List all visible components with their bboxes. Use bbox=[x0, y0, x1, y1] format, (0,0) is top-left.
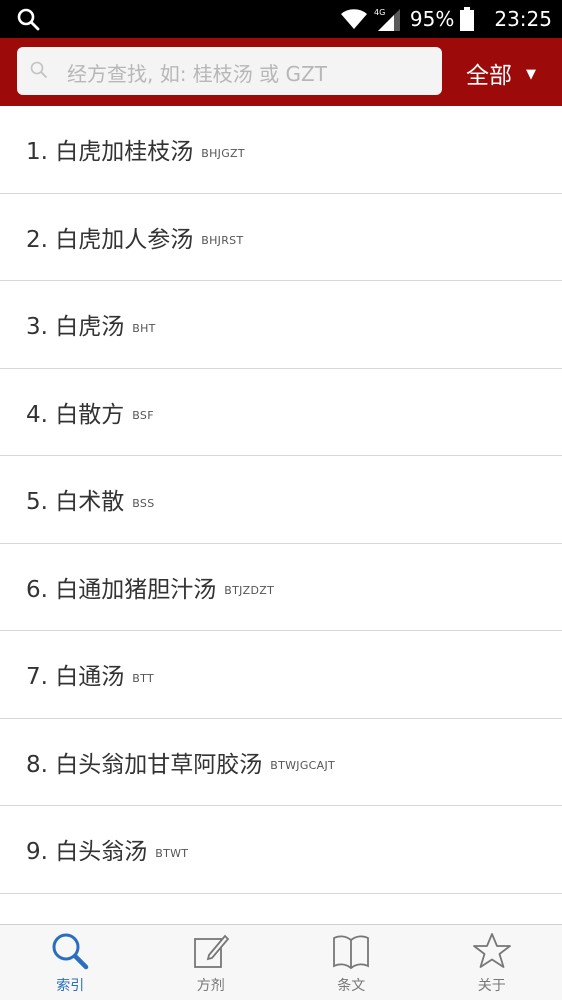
formula-abbreviation: BTWJGCAJT bbox=[270, 759, 336, 773]
star-icon bbox=[472, 933, 511, 968]
formula-name: 5. 白术散 bbox=[26, 489, 125, 516]
header-bar: 经方查找, 如: 桂枝汤 或 GZT 全部 ▼ bbox=[0, 38, 562, 106]
tab-index[interactable]: 索引 bbox=[0, 925, 141, 1000]
battery-icon bbox=[460, 7, 475, 31]
formula-name: 8. 白头翁加甘草阿胶汤 bbox=[26, 751, 263, 778]
list-item[interactable]: 7. 白通汤 BTT bbox=[0, 631, 562, 719]
book-icon bbox=[333, 935, 370, 970]
tab-articles[interactable]: 条文 bbox=[281, 925, 422, 1000]
formula-abbreviation: BHJGZT bbox=[201, 146, 245, 160]
formula-name: 6. 白通加猪胆汁汤 bbox=[26, 576, 217, 603]
list-item[interactable]: 3. 白虎汤 BHT bbox=[0, 281, 562, 369]
list-item[interactable]: 8. 白头翁加甘草阿胶汤 BTWJGCAJT bbox=[0, 719, 562, 806]
tab-label: 索引 bbox=[56, 978, 85, 994]
tab-formulas[interactable]: 方剂 bbox=[141, 925, 282, 1000]
battery-percentage: 95% bbox=[409, 7, 455, 31]
formula-abbreviation: BTJZDZT bbox=[224, 584, 275, 598]
filter-label: 全部 bbox=[466, 63, 512, 89]
search-icon[interactable] bbox=[16, 7, 40, 31]
tab-label: 关于 bbox=[477, 978, 506, 994]
list-item[interactable]: 1. 白虎加桂枝汤 BHJGZT bbox=[0, 106, 562, 194]
formula-name: 7. 白通汤 bbox=[26, 664, 125, 691]
list-item[interactable]: 9. 白头翁汤 BTWT bbox=[0, 806, 562, 894]
search-placeholder: 经方查找, 如: 桂枝汤 或 GZT bbox=[67, 62, 327, 86]
formula-name: 1. 白虎加桂枝汤 bbox=[26, 139, 194, 166]
wifi-icon bbox=[340, 9, 367, 29]
formula-abbreviation: BSF bbox=[132, 409, 154, 423]
formula-name: 2. 白虎加人参汤 bbox=[26, 226, 194, 253]
dropdown-arrow-icon: ▼ bbox=[526, 66, 536, 82]
formula-abbreviation: BTT bbox=[132, 671, 154, 685]
formula-list: 1. 白虎加桂枝汤 BHJGZT 2. 白虎加人参汤 BHJRST 3. 白虎汤… bbox=[0, 106, 562, 924]
list-item[interactable]: 2. 白虎加人参汤 BHJRST bbox=[0, 194, 562, 281]
formula-name: 3. 白虎汤 bbox=[26, 314, 125, 341]
clock: 23:25 bbox=[494, 7, 552, 31]
tab-label: 条文 bbox=[337, 978, 366, 994]
tab-label: 方剂 bbox=[196, 978, 225, 994]
tab-about[interactable]: 关于 bbox=[422, 925, 562, 1000]
bottom-tab-bar: 索引 方剂 条文 关于 bbox=[0, 924, 562, 1000]
magnifier-icon bbox=[52, 933, 89, 970]
edit-icon bbox=[193, 934, 229, 968]
formula-name: 4. 白散方 bbox=[26, 401, 125, 428]
formula-abbreviation: BHT bbox=[132, 321, 156, 335]
status-bar: 4G 95% 23:25 bbox=[0, 0, 562, 38]
formula-abbreviation: BSS bbox=[132, 496, 155, 510]
list-item[interactable]: 4. 白散方 BSF bbox=[0, 369, 562, 456]
search-icon bbox=[30, 61, 47, 78]
search-input[interactable]: 经方查找, 如: 桂枝汤 或 GZT bbox=[17, 47, 442, 95]
signal-icon: 4G bbox=[374, 8, 400, 31]
list-item[interactable]: 6. 白通加猪胆汁汤 BTJZDZT bbox=[0, 544, 562, 631]
list-item[interactable]: 5. 白术散 BSS bbox=[0, 456, 562, 544]
network-type: 4G bbox=[374, 8, 385, 17]
category-filter-dropdown[interactable]: 全部 ▼ bbox=[466, 56, 536, 90]
formula-abbreviation: BTWT bbox=[155, 846, 189, 860]
formula-abbreviation: BHJRST bbox=[201, 234, 244, 248]
formula-name: 9. 白头翁汤 bbox=[26, 839, 148, 866]
